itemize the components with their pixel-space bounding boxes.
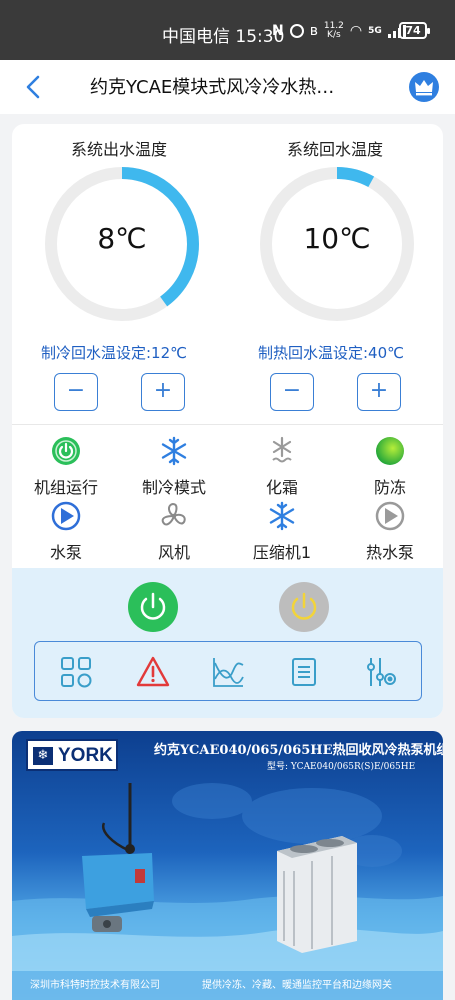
outlet-temp-value: 8℃ [97, 222, 147, 255]
fan-icon [161, 502, 186, 526]
bluetooth-icon: ʙ [309, 23, 318, 39]
banner-title: 约克YCAE040/065/065HE热回收风冷热泵机组 [154, 743, 443, 758]
power-on-icon [140, 592, 166, 620]
divider [12, 424, 443, 425]
status-label: 水泵 [49, 543, 82, 562]
return-temp-value: 10℃ [303, 222, 371, 255]
status-unit-running: 机组运行 [16, 436, 116, 498]
status-label: 机组运行 [33, 478, 98, 497]
power-off-icon [291, 592, 317, 620]
nfc-icon: N [272, 23, 284, 39]
cooling-minus-button[interactable]: − [54, 373, 98, 411]
return-temp-label: 系统回水温度 [286, 140, 383, 159]
function-toolbar [34, 641, 422, 701]
antifreeze-icon [376, 437, 404, 465]
battery-icon: 74 [399, 22, 430, 39]
status-label: 化霜 [265, 478, 298, 497]
status-label: 制冷模式 [141, 478, 206, 497]
status-water-pump: 水泵 [16, 501, 116, 563]
status-defrost: 化霜 [232, 436, 332, 498]
banner-slogan: 提供冷冻、冷藏、暖通监控平台和边缘网关 [202, 980, 392, 991]
cooling-plus-button[interactable]: + [141, 373, 185, 411]
york-brand-text: YORK [58, 745, 113, 766]
status-label: 防冻 [373, 478, 406, 497]
carrier-time: 中国电信 15:30 [162, 27, 285, 47]
water-pump-icon [51, 501, 81, 531]
control-panel [12, 568, 443, 718]
power-on-button[interactable] [128, 582, 178, 632]
crown-icon[interactable] [409, 72, 439, 102]
alarm-clock-icon [289, 24, 304, 38]
defrost-icon [272, 436, 292, 463]
status-compressor-1: 压缩机1 [232, 501, 332, 563]
status-label: 热水泵 [365, 543, 414, 562]
product-banner[interactable]: ❄ YORK 约克YCAE040/065/065HE热回收风冷热泵机组 型号: … [12, 731, 443, 1000]
wifi-icon: ◠ [349, 23, 363, 39]
app-header: 约克YCAE模块式风冷冷水热… [0, 60, 455, 114]
status-hot-water-pump: 热水泵 [340, 501, 440, 563]
network-type: 5G [368, 26, 382, 36]
status-fan: 风机 [124, 501, 224, 563]
status-cooling-mode: 制冷模式 [124, 436, 224, 498]
heating-setpoint: 制热回水温设定:40℃ [258, 344, 404, 362]
net-speed: 11.2 K/s [323, 21, 344, 40]
grid-apps-icon[interactable] [59, 655, 93, 689]
snowflake-icon [161, 436, 187, 466]
page-title: 约克YCAE模块式风冷冷水热… [90, 77, 335, 98]
trend-chart-icon[interactable] [211, 655, 245, 689]
power-status-icon [52, 437, 80, 465]
status-bar: 中国电信 15:30 N ʙ 11.2 K/s ◠ 5G 74 [0, 0, 455, 60]
power-off-button[interactable] [279, 582, 329, 632]
compressor-icon [269, 501, 295, 531]
status-label: 风机 [157, 543, 190, 562]
status-antifreeze: 防冻 [340, 436, 440, 498]
status-label: 压缩机1 [252, 543, 312, 562]
main-card: 系统出水温度 8℃ 系统回水温度 10℃ 制冷回水温设定:12℃ 制热回水温设定… [12, 124, 443, 718]
heating-minus-button[interactable]: − [270, 373, 314, 411]
banner-company: 深圳市科特时控技术有限公司 [30, 980, 160, 991]
cooling-setpoint: 制冷回水温设定:12℃ [41, 344, 187, 362]
york-logo: ❄ YORK [26, 739, 118, 771]
banner-model: 型号: YCAE040/065R(S)E/065HE [267, 762, 416, 772]
york-snowflake-icon: ❄ [33, 747, 53, 765]
heating-plus-button[interactable]: + [357, 373, 401, 411]
settings-sliders-icon[interactable] [363, 655, 397, 689]
chevron-left-icon[interactable] [22, 72, 46, 102]
alarm-warning-icon[interactable] [136, 655, 170, 689]
list-document-icon[interactable] [287, 655, 321, 689]
hot-water-pump-icon [375, 501, 405, 531]
status-icons: N ʙ 11.2 K/s ◠ 5G [272, 22, 406, 40]
outlet-temp-label: 系统出水温度 [70, 140, 167, 159]
